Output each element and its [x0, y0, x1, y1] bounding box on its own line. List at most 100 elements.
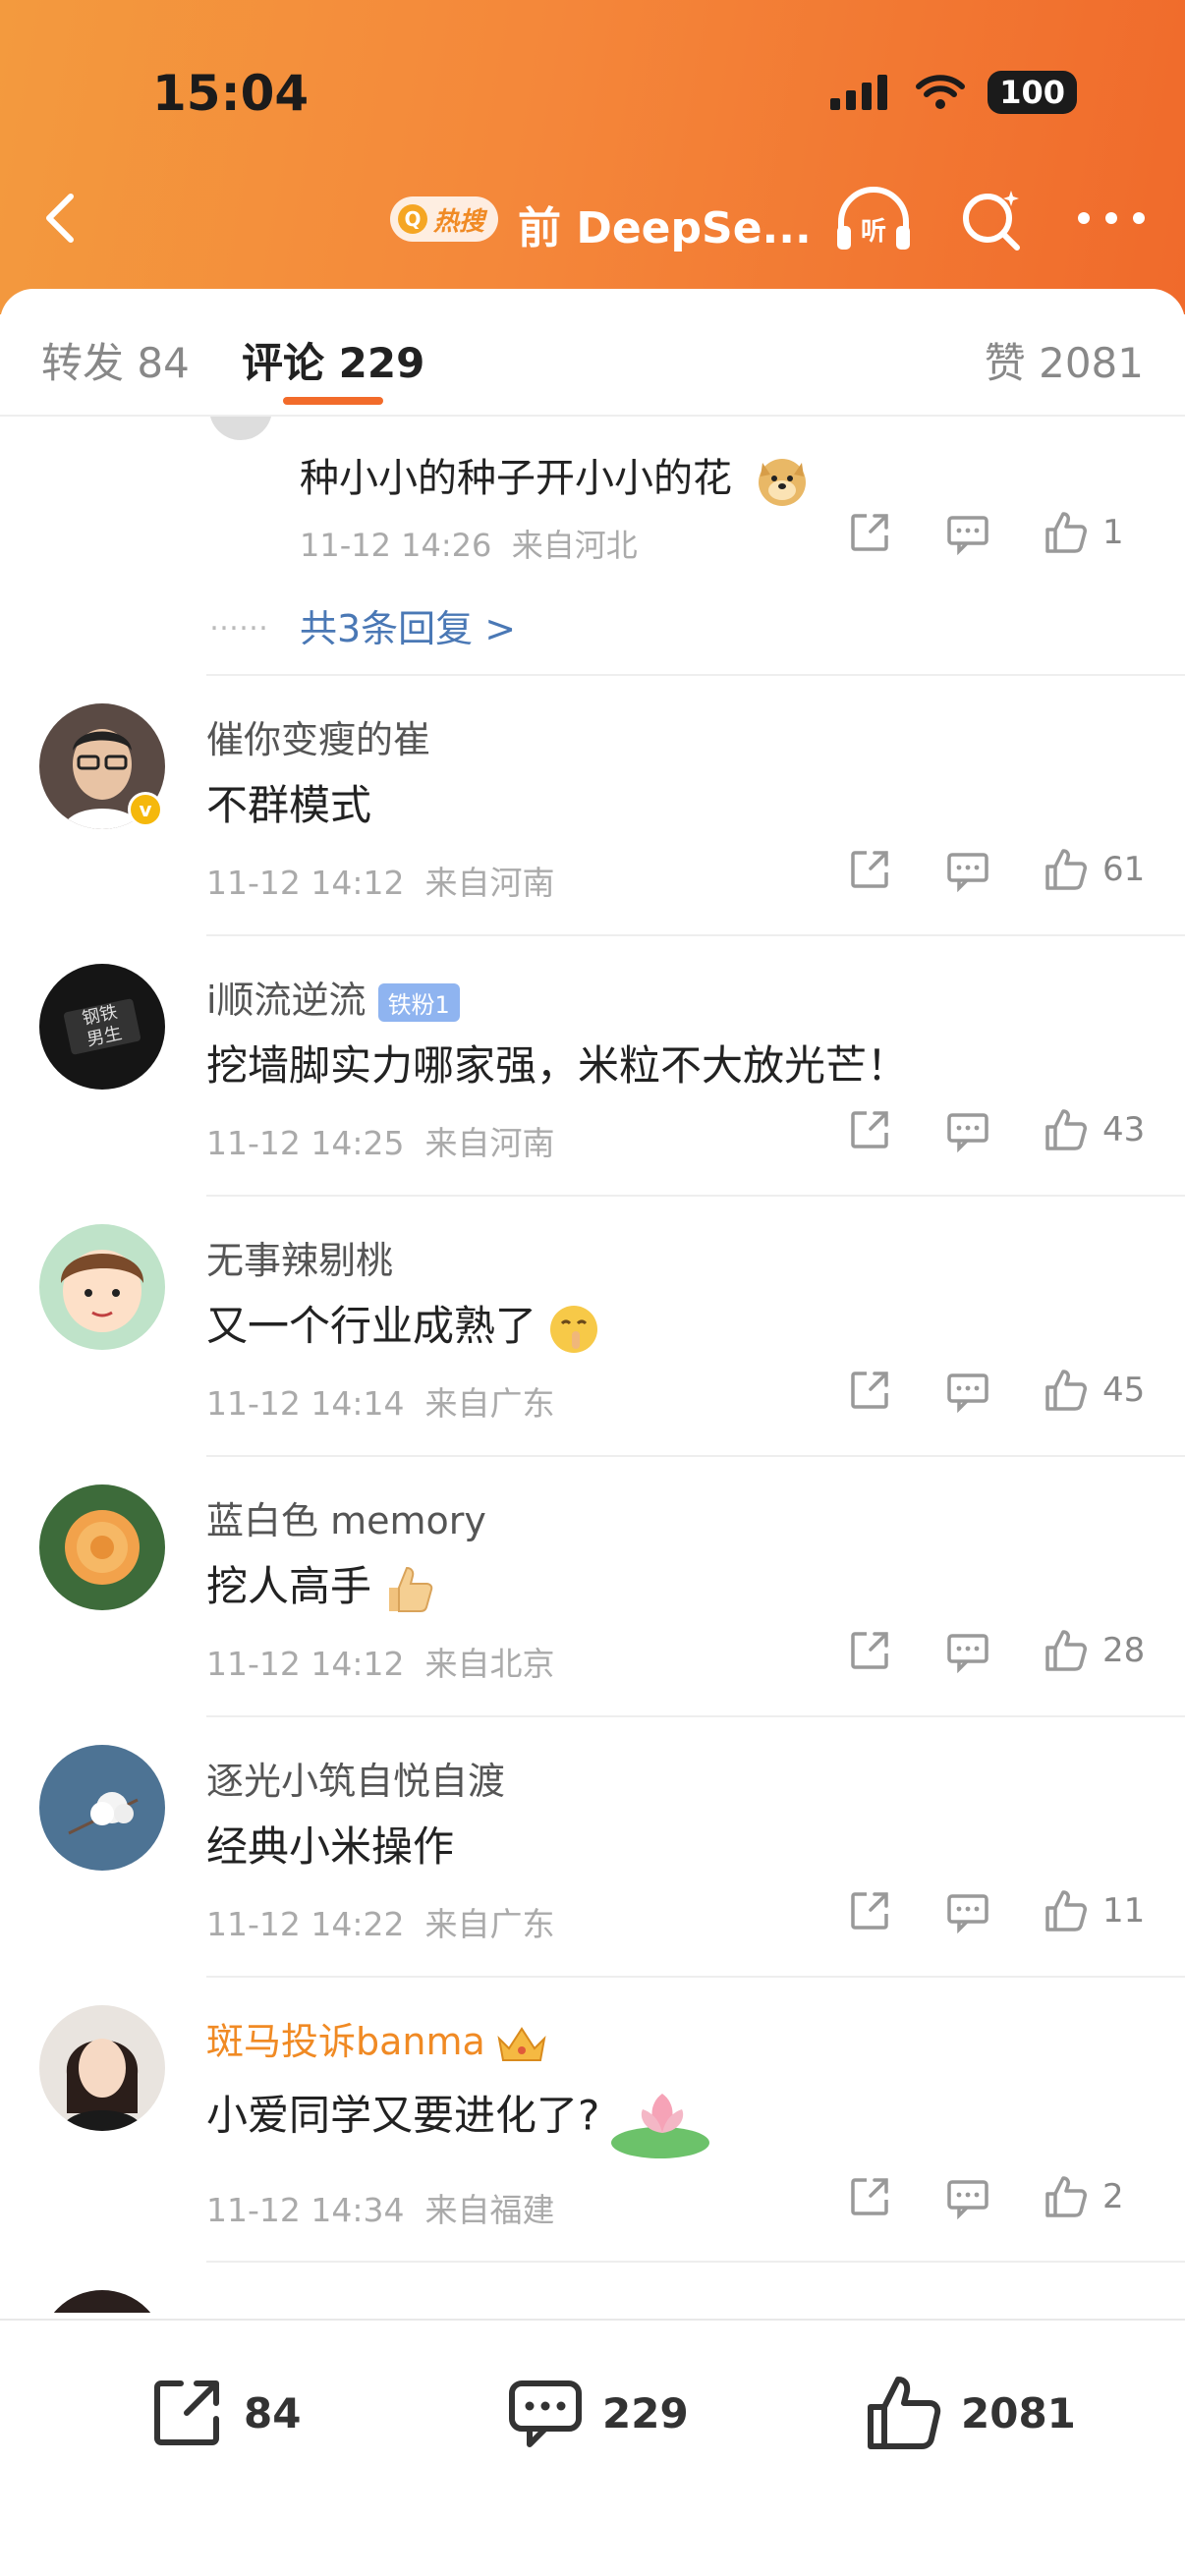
avatar[interactable] — [39, 2290, 165, 2313]
username[interactable]: i顺流逆流 铁粉1 — [206, 970, 460, 1024]
tab-likes[interactable]: 赞 2081 — [985, 330, 1144, 390]
comment-item: 斑马投诉banma 小爱同学又要进化了? 11-12 14:34 来自福建 2 — [0, 1976, 1185, 2261]
comment-list[interactable]: 种小小的种子开小小的花 11-12 14:26 来自河北 1 …… 共3条回复 … — [0, 417, 1185, 2313]
thumbs-up-icon — [868, 2377, 941, 2449]
comment-icon — [947, 853, 988, 892]
reply-button[interactable] — [945, 510, 990, 555]
like-button[interactable]: 45 — [1044, 1368, 1146, 1413]
thumbs-up-icon — [1045, 512, 1087, 553]
share-button[interactable] — [847, 1888, 892, 1933]
avatar[interactable] — [39, 1224, 165, 1350]
comment-item: 逐光小筑自悦自渡 经典小米操作 11-12 14:22 来自广东 11 — [0, 1715, 1185, 1976]
tab-comments[interactable]: 评论 229 — [242, 330, 424, 390]
comment-location: 来自北京 — [424, 1645, 555, 1683]
like-button[interactable]: 61 — [1044, 847, 1146, 892]
comment-location: 来自广东 — [424, 1905, 555, 1943]
back-icon[interactable] — [33, 189, 92, 248]
username[interactable]: 逐光小筑自悦自渡 — [206, 1751, 505, 1805]
comment-item: 钢铁 男生 i顺流逆流 铁粉1 挖墙脚实力哪家强，米粒不大放光芒！ 11-12 1… — [0, 934, 1185, 1195]
reply-time: 11-12 14:26 — [300, 527, 492, 564]
username[interactable]: 催你变瘦的崔 — [206, 709, 430, 763]
avatar[interactable] — [39, 1484, 165, 1610]
more-icon[interactable] — [1076, 208, 1147, 228]
reply-button[interactable] — [945, 2174, 990, 2219]
divider — [206, 1455, 1185, 1457]
share-button[interactable] — [847, 1368, 892, 1413]
listen-icon[interactable]: 听 — [833, 183, 914, 253]
comment-actions: 11 — [847, 1888, 1146, 1933]
comment-location: 来自福建 — [424, 2191, 555, 2229]
reply-text-content: 种小小的种子开小小的花 — [300, 456, 732, 501]
search-icon[interactable] — [958, 187, 1025, 253]
doge-emoji-icon — [758, 459, 806, 506]
like-count: 2 — [1102, 2177, 1124, 2216]
thumbs-up-icon — [1045, 1890, 1087, 1932]
reply-button[interactable] — [945, 1628, 990, 1673]
comment-time: 11-12 14:14 — [206, 1384, 405, 1423]
like-button[interactable]: 11 — [1044, 1888, 1146, 1933]
repost-count: 84 — [244, 2388, 302, 2437]
comment-meta: 11-12 14:12 来自北京 — [206, 1638, 554, 1685]
bottom-action-bar: 84 229 2081 — [0, 2319, 1185, 2576]
share-icon — [851, 1632, 888, 1669]
comment-icon — [947, 2180, 988, 2219]
repost-button[interactable]: 84 — [147, 2374, 301, 2452]
crown-icon — [497, 2026, 546, 2061]
share-button[interactable] — [847, 1628, 892, 1673]
comment-actions: 45 — [847, 1368, 1146, 1413]
divider — [206, 674, 1185, 676]
comment-button[interactable]: 229 — [506, 2374, 689, 2452]
like-button[interactable]: 2 — [1044, 2174, 1146, 2219]
signal-icon — [830, 75, 888, 110]
comment-meta: 11-12 14:12 来自河南 — [206, 857, 554, 904]
status-icons: 100 — [830, 71, 1077, 114]
reply-button[interactable] — [945, 1107, 990, 1152]
comment-icon — [947, 1634, 988, 1673]
reply-actions: 1 — [847, 510, 1146, 555]
share-button[interactable] — [847, 1107, 892, 1152]
comments-card: 转发 84 评论 229 赞 2081 种小小的种子开小小的花 11-12 14… — [0, 289, 1185, 2576]
like-count: 11 — [1102, 1891, 1146, 1931]
comment-location: 来自河南 — [424, 864, 555, 902]
like-button[interactable]: 28 — [1044, 1628, 1146, 1673]
username[interactable]: 无事辣剔桃 — [206, 1230, 393, 1284]
like-button[interactable]: 43 — [1044, 1107, 1146, 1152]
like-button[interactable]: 1 — [1044, 510, 1146, 555]
comment-item: 无事辣剔桃 又一个行业成熟了 11-12 14:14 来自广东 45 — [0, 1195, 1185, 1455]
reply-button[interactable] — [945, 1368, 990, 1413]
comment-time: 11-12 14:34 — [206, 2191, 405, 2229]
username[interactable]: 蓝白色 memory — [206, 1490, 486, 1544]
avatar[interactable]: 钢铁 男生 — [39, 964, 165, 1090]
like-count: 1 — [1102, 513, 1124, 552]
reply-button[interactable] — [945, 1888, 990, 1933]
like-post-button[interactable]: 2081 — [865, 2374, 1076, 2452]
thumbs-up-icon — [1045, 1630, 1087, 1671]
divider — [206, 1976, 1185, 1978]
divider — [206, 1715, 1185, 1717]
username[interactable]: 斑马投诉banma — [206, 2011, 548, 2065]
thumbs-up-icon — [1045, 1370, 1087, 1411]
like-count: 28 — [1102, 1631, 1146, 1670]
page-title[interactable]: 前 DeepSe... — [518, 193, 812, 255]
status-time: 15:04 — [152, 65, 310, 122]
hot-search-badge[interactable]: Q 热搜 — [390, 196, 499, 242]
share-icon — [851, 1111, 888, 1148]
reply-dots: …… — [209, 603, 268, 638]
more-replies-link[interactable]: 共3条回复 > — [300, 598, 516, 652]
share-button[interactable] — [847, 2174, 892, 2219]
avatar[interactable] — [39, 1745, 165, 1871]
thumbs-up-icon — [1045, 849, 1087, 890]
avatar[interactable] — [209, 417, 272, 440]
share-button[interactable] — [847, 847, 892, 892]
avatar[interactable] — [39, 2005, 165, 2131]
nav-bar: Q 热搜 前 DeepSe... 听 — [0, 175, 1185, 263]
reply-text: 种小小的种子开小小的花 — [300, 446, 810, 508]
share-button[interactable] — [847, 510, 892, 555]
reply-meta: 11-12 14:26 来自河北 — [300, 521, 638, 566]
battery-indicator: 100 — [988, 71, 1077, 114]
tab-repost[interactable]: 转发 84 — [41, 330, 190, 390]
comment-text: 又一个行业成熟了 — [206, 1293, 601, 1357]
divider — [206, 1195, 1185, 1197]
comment-meta: 11-12 14:25 来自河南 — [206, 1117, 554, 1164]
reply-button[interactable] — [945, 847, 990, 892]
